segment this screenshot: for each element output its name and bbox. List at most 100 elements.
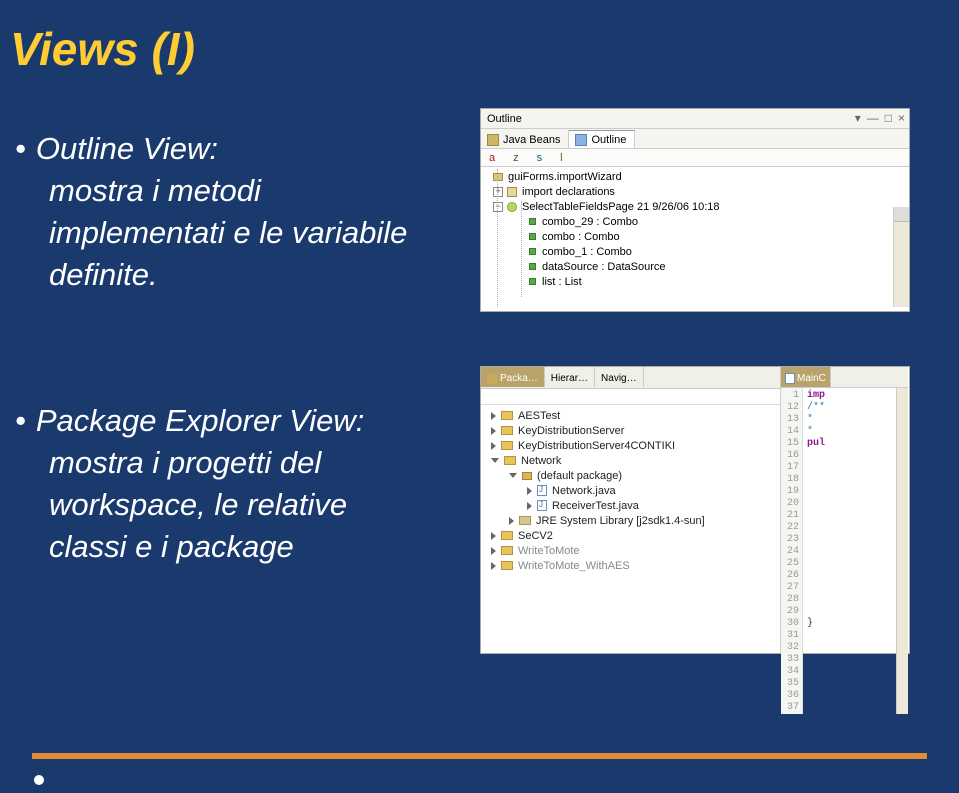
outline-panel-header: Outline ▾ ― □ × xyxy=(481,109,909,129)
library-icon xyxy=(519,516,531,525)
tree-row[interactable]: JRE System Library [j2sdk1.4-sun] xyxy=(483,513,778,528)
tree-row[interactable]: SeCV2 xyxy=(483,528,778,543)
tab-outline-label: Outline xyxy=(591,134,626,146)
code-brace: } xyxy=(807,618,813,629)
bullet2-line3: workspace, le relative xyxy=(49,484,480,526)
collapse-icon[interactable] xyxy=(491,458,499,463)
sort-s-icon[interactable]: s xyxy=(537,152,543,164)
bullet-dot: • xyxy=(15,128,26,170)
editor-tabs: MainC xyxy=(781,367,908,388)
tree-row[interactable]: ReceiverTest.java xyxy=(483,498,778,513)
tree-label: KeyDistributionServer xyxy=(518,425,624,437)
field-icon xyxy=(529,278,536,285)
tree-row[interactable]: AESTest xyxy=(483,408,778,423)
bullet1-line3: implementati e le variabile xyxy=(49,212,480,254)
tab-outline[interactable]: Outline xyxy=(569,130,635,148)
java-file-icon xyxy=(785,373,795,384)
sort-l-icon[interactable]: l xyxy=(560,152,562,164)
tab-javabeans-label: Java Beans xyxy=(503,134,560,146)
scrollbar[interactable] xyxy=(893,207,909,307)
tree-row[interactable]: WriteToMote_WithAES xyxy=(483,558,778,573)
outline-tabs: Java Beans Outline xyxy=(481,129,909,149)
project-icon xyxy=(504,456,516,465)
tree-row[interactable]: combo_1 : Combo xyxy=(483,244,909,259)
import-icon xyxy=(507,187,517,197)
expand-icon[interactable] xyxy=(491,532,496,540)
tree-row[interactable]: (default package) xyxy=(483,468,778,483)
java-file-icon xyxy=(537,485,547,496)
tab-package[interactable]: Packa… xyxy=(481,367,545,387)
tree-label: guiForms.importWizard xyxy=(508,171,622,183)
tree-row[interactable]: Network.java xyxy=(483,483,778,498)
package-icon xyxy=(493,173,503,181)
editor-tab[interactable]: MainC xyxy=(781,367,831,387)
tree-row[interactable]: WriteToMote xyxy=(483,543,778,558)
tree-row[interactable]: − SelectTableFieldsPage 21 9/26/06 10:18 xyxy=(483,199,909,214)
code-comment: * xyxy=(807,414,813,425)
tab-navigator[interactable]: Navig… xyxy=(595,367,644,387)
expand-icon[interactable] xyxy=(491,562,496,570)
bullet2-line2: mostra i progetti del xyxy=(49,442,480,484)
outline-view-panel: Outline ▾ ― □ × Java Beans Outline xyxy=(480,108,910,312)
tree-label: SeCV2 xyxy=(518,530,553,542)
pkg-tabs: Packa… Hierar… Navig… xyxy=(481,367,780,389)
text-column: • Outline View: mostra i metodi implemen… xyxy=(0,128,480,673)
expand-icon[interactable] xyxy=(491,412,496,420)
editor-code: imp /** * * pul } xyxy=(803,388,896,714)
sort-a-icon[interactable]: a xyxy=(489,152,495,164)
tree-row[interactable]: Network xyxy=(483,453,778,468)
maximize-icon[interactable]: □ xyxy=(885,111,892,125)
outline-panel-title: Outline xyxy=(487,113,522,125)
tree-label: (default package) xyxy=(537,470,622,482)
tree-label: WriteToMote xyxy=(518,545,580,557)
package-tree: AESTest KeyDistributionServer KeyDistrib… xyxy=(481,405,780,653)
scrollbar[interactable] xyxy=(896,388,908,714)
project-icon xyxy=(501,546,513,555)
expand-icon[interactable] xyxy=(509,517,514,525)
minimize-icon[interactable]: ― xyxy=(867,111,879,125)
tree-row[interactable]: combo_29 : Combo xyxy=(483,214,909,229)
tree-row[interactable]: dataSource : DataSource xyxy=(483,259,909,274)
sort-z-icon[interactable]: z xyxy=(513,152,519,164)
project-icon xyxy=(501,561,513,570)
tree-label: Network.java xyxy=(552,485,616,497)
tree-row[interactable]: list : List xyxy=(483,274,909,289)
tree-label: combo_1 : Combo xyxy=(542,246,632,258)
footer-bullet xyxy=(34,775,44,785)
outline-tree: guiForms.importWizard + import declarati… xyxy=(481,167,909,307)
editor-pane: MainC 1121314151617181920212223242526272… xyxy=(781,367,908,653)
tree-row[interactable]: KeyDistributionServer xyxy=(483,423,778,438)
expand-icon[interactable] xyxy=(527,487,532,495)
close-icon[interactable]: × xyxy=(898,111,905,125)
tab-javabeans[interactable]: Java Beans xyxy=(481,130,569,148)
tree-row[interactable]: guiForms.importWizard xyxy=(483,169,909,184)
field-icon xyxy=(529,233,536,240)
code-comment: * xyxy=(807,426,813,437)
expand-icon[interactable] xyxy=(491,427,496,435)
footer-rule xyxy=(32,753,927,759)
expand-icon[interactable] xyxy=(527,502,532,510)
tree-row[interactable]: KeyDistributionServer4CONTIKI xyxy=(483,438,778,453)
tree-row[interactable]: combo : Combo xyxy=(483,229,909,244)
panel-menu-icon[interactable]: ▾ xyxy=(855,111,861,125)
screenshots-column: Outline ▾ ― □ × Java Beans Outline xyxy=(480,128,920,673)
expand-icon[interactable]: + xyxy=(493,187,503,197)
outline-icon xyxy=(575,134,587,146)
collapse-icon[interactable]: − xyxy=(493,202,503,212)
tab-hierarchy[interactable]: Hierar… xyxy=(545,367,595,387)
tree-row[interactable]: + import declarations xyxy=(483,184,909,199)
tree-label: ReceiverTest.java xyxy=(552,500,639,512)
code-kw: imp xyxy=(807,390,825,401)
expand-icon[interactable] xyxy=(491,442,496,450)
package-explorer-panel: Packa… Hierar… Navig… AESTest KeyDistrib… xyxy=(480,366,910,654)
code-comment: /** xyxy=(807,402,825,413)
bullet-2: • Package Explorer View: mostra i proget… xyxy=(15,400,480,567)
project-icon xyxy=(501,441,513,450)
editor-body[interactable]: 1121314151617181920212223242526272829303… xyxy=(781,388,908,714)
bullet1-line1: Outline View: xyxy=(36,128,218,170)
expand-icon[interactable] xyxy=(491,547,496,555)
tree-label: KeyDistributionServer4CONTIKI xyxy=(518,440,675,452)
tab-hierarchy-label: Hierar… xyxy=(551,373,588,384)
collapse-icon[interactable] xyxy=(509,473,517,478)
project-icon xyxy=(501,426,513,435)
